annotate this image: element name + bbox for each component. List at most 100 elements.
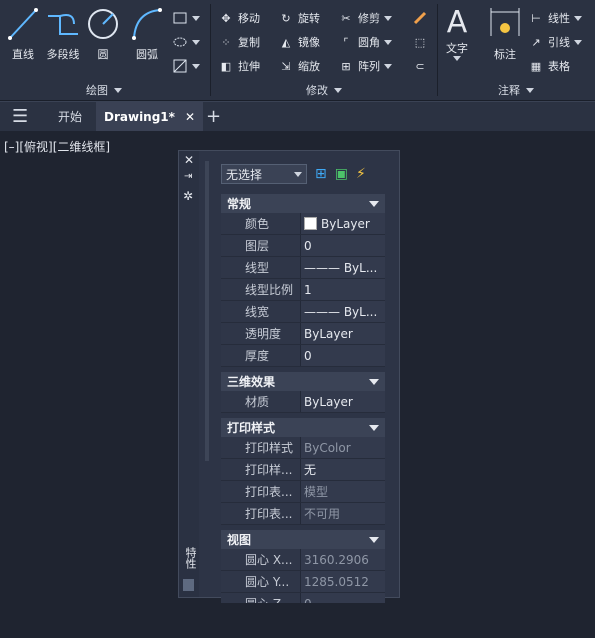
property-value[interactable]: ByColor bbox=[301, 437, 385, 458]
property-name: 厚度 bbox=[221, 345, 301, 366]
palette-scroll-track[interactable] bbox=[205, 161, 209, 461]
property-value[interactable]: 1 bbox=[301, 279, 385, 300]
dimension-button[interactable]: 标注 bbox=[488, 6, 522, 62]
ribbon: 直线 多段线 圆 圆弧 绘图 ✥ 移动 ↻ 旋转 ✂ 修剪 ⁘ 复制 ◭ 镜像 ⌜ 圆角 ⬚… bbox=[0, 0, 595, 101]
trim-button[interactable]: ✂ 修剪 bbox=[338, 10, 392, 26]
property-row[interactable]: 图层 0 bbox=[221, 235, 385, 257]
fillet-button[interactable]: ⌜ 圆角 bbox=[338, 34, 392, 50]
ellipse-tool-button[interactable] bbox=[172, 34, 200, 50]
new-tab-button[interactable]: + bbox=[206, 102, 221, 131]
tab-start-label: 开始 bbox=[58, 110, 83, 124]
property-value[interactable]: 0 bbox=[301, 593, 385, 603]
section-general[interactable]: 常规 bbox=[221, 193, 385, 213]
property-value-text: 0 bbox=[304, 597, 312, 604]
chevron-down-icon bbox=[192, 39, 200, 45]
text-icon: A bbox=[446, 5, 468, 40]
property-value-text: ByColor bbox=[304, 440, 351, 455]
tab-drawing1[interactable]: Drawing1* ✕ bbox=[96, 102, 203, 131]
array-icon: ⊞ bbox=[341, 59, 351, 73]
property-row[interactable]: 圆心 Z...0 bbox=[221, 593, 385, 603]
section-plot-style[interactable]: 打印样式 bbox=[221, 417, 385, 437]
scale-button[interactable]: ⇲ 缩放 bbox=[278, 58, 320, 74]
menu-icon[interactable]: ☰ bbox=[12, 102, 28, 131]
property-row[interactable]: 材质 ByLayer bbox=[221, 391, 385, 413]
draw-panel-title[interactable]: 绘图 bbox=[86, 82, 122, 98]
property-row[interactable]: 圆心 Y... 1285.0512 bbox=[221, 571, 385, 593]
eraser-icon bbox=[412, 10, 428, 26]
text-button[interactable]: A 文字 bbox=[446, 6, 468, 61]
mirror-button[interactable]: ◭ 镜像 bbox=[278, 34, 320, 50]
property-row[interactable]: 线型 ——— ByL... bbox=[221, 257, 385, 279]
array-button[interactable]: ⊞ 阵列 bbox=[338, 58, 392, 74]
fillet-label: 圆角 bbox=[358, 36, 380, 49]
selection-value: 无选择 bbox=[226, 167, 263, 182]
quick-select-icon[interactable]: ⚡ bbox=[356, 166, 366, 182]
line-tool-button[interactable]: 直线 bbox=[6, 6, 40, 62]
property-name: 圆心 Y... bbox=[221, 571, 301, 592]
circle-tool-button[interactable]: 圆 bbox=[86, 6, 120, 62]
polyline-tool-button[interactable]: 多段线 bbox=[44, 6, 82, 62]
section-plot-label: 打印样式 bbox=[227, 421, 276, 435]
property-row[interactable]: 打印表... 模型 bbox=[221, 481, 385, 503]
select-objects-icon[interactable]: ▣ bbox=[335, 166, 348, 182]
linear-dim-button[interactable]: ⊢ 线性 bbox=[528, 10, 582, 26]
copy-icon: ⁘ bbox=[221, 35, 231, 49]
hatch-icon bbox=[172, 58, 188, 74]
hatch-tool-button[interactable] bbox=[172, 58, 200, 74]
close-icon[interactable]: ✕ bbox=[184, 153, 194, 167]
property-value[interactable]: ByLayer bbox=[301, 323, 385, 344]
properties-icon bbox=[183, 579, 194, 591]
property-row[interactable]: 打印样式 ByColor bbox=[221, 437, 385, 459]
leader-label: 引线 bbox=[548, 36, 570, 49]
property-value[interactable]: 不可用 bbox=[301, 503, 385, 524]
offset-button[interactable]: ⊂ bbox=[412, 58, 428, 74]
property-value[interactable]: ByLayer bbox=[301, 213, 385, 234]
explode-button[interactable]: ⬚ bbox=[412, 34, 428, 50]
property-value[interactable]: 0 bbox=[301, 235, 385, 256]
property-value[interactable]: ——— ByL... bbox=[301, 301, 385, 322]
property-value[interactable]: ——— ByL... bbox=[301, 257, 385, 278]
stretch-button[interactable]: ◧ 拉伸 bbox=[218, 58, 260, 74]
close-icon[interactable]: ✕ bbox=[185, 110, 195, 124]
property-row[interactable]: 线宽 ——— ByL... bbox=[221, 301, 385, 323]
property-value[interactable]: 模型 bbox=[301, 481, 385, 502]
property-row[interactable]: 线型比例 1 bbox=[221, 279, 385, 301]
viewport-controls[interactable]: [–][俯视][二维线框] bbox=[4, 138, 110, 155]
palette-title-strip[interactable]: ✕ ⇥ ✲ 特性 bbox=[179, 151, 199, 597]
property-value[interactable]: 无 bbox=[301, 459, 385, 480]
property-value[interactable]: 0 bbox=[301, 345, 385, 366]
erase-button[interactable] bbox=[412, 10, 428, 26]
leader-button[interactable]: ↗ 引线 bbox=[528, 34, 582, 50]
stretch-icon: ◧ bbox=[220, 59, 232, 73]
section-3d-effects[interactable]: 三维效果 bbox=[221, 371, 385, 391]
property-row[interactable]: 透明度 ByLayer bbox=[221, 323, 385, 345]
copy-button[interactable]: ⁘ 复制 bbox=[218, 34, 260, 50]
arc-tool-button[interactable]: 圆弧 bbox=[130, 6, 164, 62]
property-row[interactable]: 圆心 X... 3160.2906 bbox=[221, 549, 385, 571]
property-row[interactable]: 打印样... 无 bbox=[221, 459, 385, 481]
property-value[interactable]: ByLayer bbox=[301, 391, 385, 412]
leader-icon: ↗ bbox=[531, 35, 541, 49]
table-button[interactable]: ▦ 表格 bbox=[528, 58, 570, 74]
selection-dropdown[interactable]: 无选择 bbox=[221, 164, 307, 184]
panel-divider bbox=[210, 4, 211, 96]
tab-start[interactable]: 开始 bbox=[58, 102, 82, 131]
property-value[interactable]: 1285.0512 bbox=[301, 571, 385, 592]
rotate-button[interactable]: ↻ 旋转 bbox=[278, 10, 320, 26]
pin-icon[interactable]: ⇥ bbox=[184, 171, 192, 182]
rectangle-tool-button[interactable] bbox=[172, 10, 200, 26]
property-row[interactable]: 打印表... 不可用 bbox=[221, 503, 385, 525]
chevron-down-icon bbox=[192, 63, 200, 69]
property-row[interactable]: 颜色 ByLayer bbox=[221, 213, 385, 235]
line-icon bbox=[8, 8, 38, 40]
section-view[interactable]: 视图 bbox=[221, 529, 385, 549]
modify-panel-title[interactable]: 修改 bbox=[306, 82, 342, 98]
section-view-label: 视图 bbox=[227, 533, 252, 547]
move-button[interactable]: ✥ 移动 bbox=[218, 10, 260, 26]
property-value[interactable]: 3160.2906 bbox=[301, 549, 385, 570]
property-name: 打印表... bbox=[221, 503, 301, 524]
annotation-panel-title[interactable]: 注释 bbox=[498, 82, 534, 98]
toggle-pickadd-icon[interactable]: ⊞ bbox=[315, 166, 327, 182]
gear-icon[interactable]: ✲ bbox=[183, 189, 193, 203]
property-row[interactable]: 厚度 0 bbox=[221, 345, 385, 367]
